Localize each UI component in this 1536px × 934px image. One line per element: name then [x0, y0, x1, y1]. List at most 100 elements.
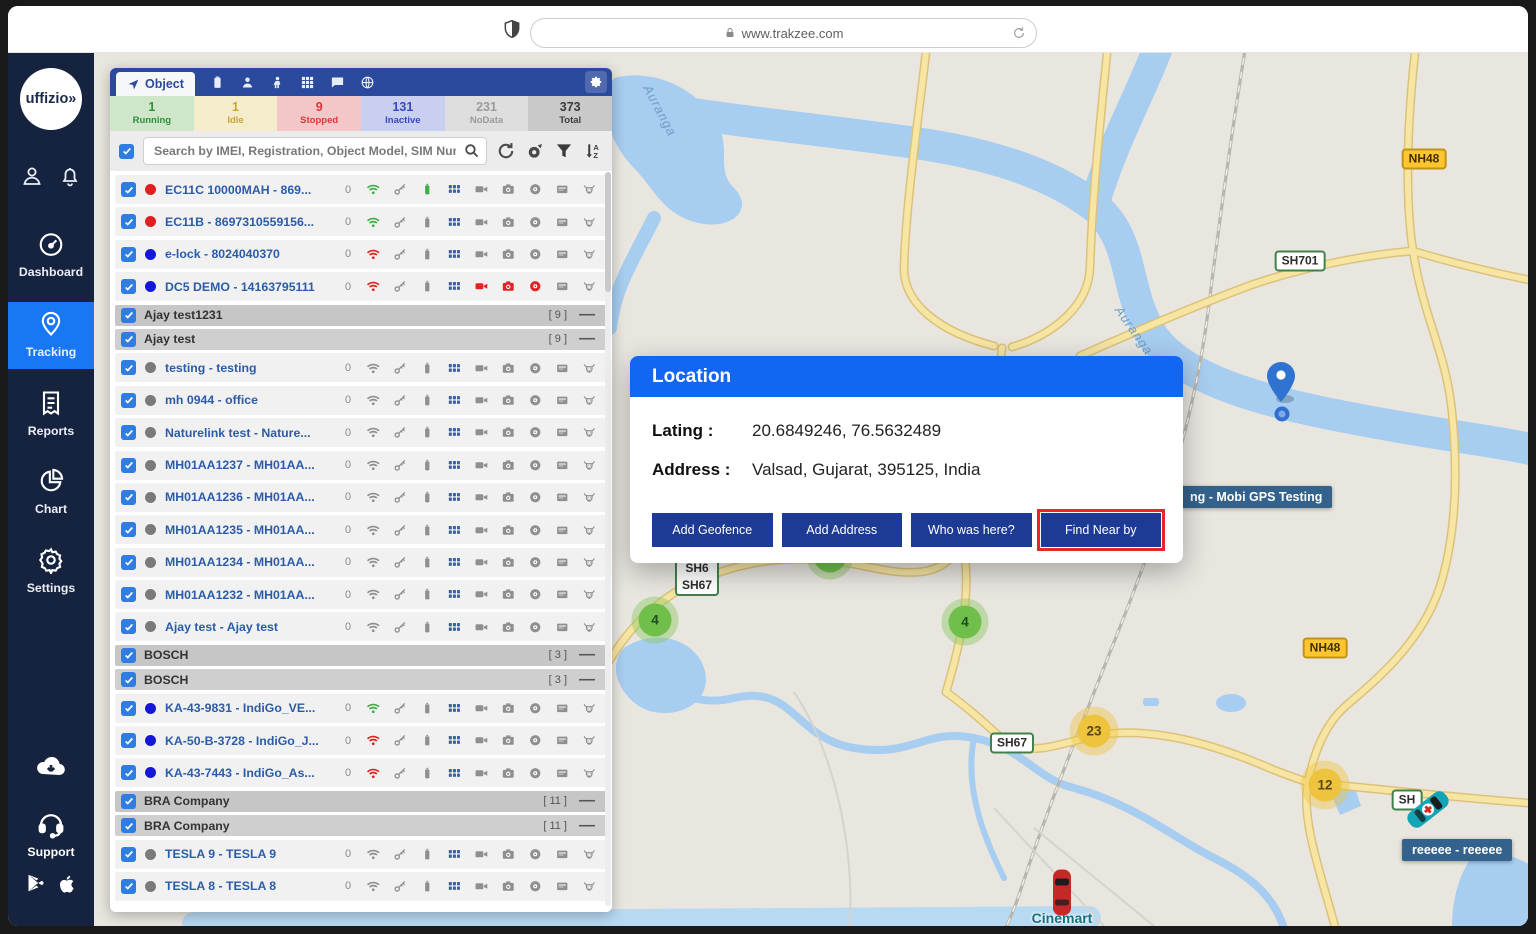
key-icon[interactable] [387, 555, 414, 570]
vehicle-map-label[interactable]: ng - Mobi GPS Testing [1180, 486, 1333, 508]
video-icon[interactable] [468, 879, 495, 894]
bull-icon[interactable] [576, 393, 603, 408]
row-checkbox[interactable] [121, 214, 136, 230]
vehicle-name[interactable]: TESLA 9 - TESLA 9 [165, 847, 336, 861]
vehicle-name[interactable]: MH01AA1237 - MH01AA... [165, 458, 336, 472]
card-icon[interactable] [549, 766, 576, 781]
grid-icon[interactable] [441, 523, 468, 538]
row-checkbox[interactable] [121, 647, 136, 663]
row-checkbox[interactable] [121, 619, 136, 635]
apple-icon[interactable] [57, 872, 78, 901]
bull-icon[interactable] [576, 279, 603, 294]
camera-icon[interactable] [495, 879, 522, 894]
map-pin-icon[interactable] [1264, 361, 1298, 410]
group-header-row[interactable]: BOSCH [ 3 ] — [115, 644, 607, 666]
row-checkbox[interactable] [121, 672, 136, 688]
camera-icon[interactable] [495, 587, 522, 602]
vehicle-name[interactable]: e-lock - 8024040370 [165, 247, 336, 261]
row-checkbox[interactable] [121, 331, 136, 347]
vehicle-row[interactable]: testing - testing 0 [115, 353, 607, 383]
vehicle-row[interactable]: TESLA 9 - TESLA 9 0 [115, 839, 607, 869]
row-checkbox[interactable] [121, 182, 136, 197]
grid-icon[interactable] [441, 490, 468, 505]
card-icon[interactable] [549, 733, 576, 748]
key-icon[interactable] [387, 279, 414, 294]
disc-icon[interactable] [522, 393, 549, 408]
search-icon[interactable] [463, 142, 480, 159]
row-checkbox[interactable] [121, 878, 136, 894]
user-icon[interactable] [20, 164, 44, 188]
video-icon[interactable] [468, 490, 495, 505]
cloud-download-icon[interactable] [8, 752, 94, 785]
bull-icon[interactable] [576, 733, 603, 748]
grid-icon[interactable] [441, 361, 468, 376]
camera-icon[interactable] [495, 182, 522, 197]
vehicle-row[interactable]: MH01AA1232 - MH01AA... 0 [115, 580, 607, 610]
vehicle-name[interactable]: Naturelink test - Nature... [165, 426, 336, 440]
row-checkbox[interactable] [121, 360, 136, 376]
vehicle-name[interactable]: KA-43-7443 - IndiGo_As... [165, 766, 336, 780]
video-icon[interactable] [468, 458, 495, 473]
card-icon[interactable] [549, 555, 576, 570]
grid-icon[interactable] [441, 182, 468, 197]
camera-icon[interactable] [495, 847, 522, 862]
grid-icon[interactable] [441, 279, 468, 294]
bull-icon[interactable] [576, 490, 603, 505]
video-icon[interactable] [468, 701, 495, 716]
camera-icon[interactable] [495, 766, 522, 781]
disc-icon[interactable] [522, 182, 549, 197]
close-window-button[interactable] [31, 19, 47, 35]
grid-icon[interactable] [441, 555, 468, 570]
vehicle-name[interactable]: MH01AA1232 - MH01AA... [165, 588, 336, 602]
disc-icon[interactable] [522, 279, 549, 294]
vehicle-name[interactable]: testing - testing [165, 361, 336, 375]
group-header-row[interactable]: BRA Company [ 11 ] — [115, 790, 607, 812]
bull-icon[interactable] [576, 523, 603, 538]
key-icon[interactable] [387, 523, 414, 538]
grid-icon[interactable] [441, 847, 468, 862]
disc-icon[interactable] [522, 555, 549, 570]
ambulance-vehicle-icon[interactable] [1407, 786, 1449, 839]
row-checkbox[interactable] [121, 425, 136, 441]
grid-icon[interactable] [441, 393, 468, 408]
camera-icon[interactable] [495, 247, 522, 262]
key-icon[interactable] [387, 587, 414, 602]
camera-icon[interactable] [495, 279, 522, 294]
row-checkbox[interactable] [121, 279, 136, 295]
video-icon[interactable] [468, 523, 495, 538]
camera-icon[interactable] [495, 733, 522, 748]
vehicle-name[interactable]: EC11C 10000MAH - 869... [165, 183, 336, 197]
vehicle-cluster[interactable]: 23 [1077, 714, 1111, 748]
refresh-icon[interactable] [496, 141, 516, 161]
vehicle-row[interactable]: TESLA 8 - TESLA 8 0 [115, 871, 607, 901]
collapse-minus-icon[interactable]: — [579, 646, 595, 664]
row-checkbox[interactable] [121, 392, 136, 408]
vehicle-map-label[interactable]: reeeee - reeeee [1402, 839, 1513, 861]
video-icon[interactable] [468, 766, 495, 781]
grid-icon[interactable] [441, 620, 468, 635]
vehicle-row[interactable]: KA-50-B-3728 - IndiGo_J... 0 [115, 726, 607, 756]
tab-person-icon[interactable] [270, 75, 285, 90]
grid-icon[interactable] [441, 733, 468, 748]
card-icon[interactable] [549, 393, 576, 408]
card-icon[interactable] [549, 620, 576, 635]
status-stat-running[interactable]: 1 Running [110, 96, 194, 131]
collapse-minus-icon[interactable]: — [579, 330, 595, 348]
collapse-minus-icon[interactable]: — [579, 671, 595, 689]
card-icon[interactable] [549, 879, 576, 894]
grid-icon[interactable] [441, 458, 468, 473]
disc-icon[interactable] [522, 523, 549, 538]
video-icon[interactable] [468, 215, 495, 230]
tab-box-icon[interactable] [210, 75, 225, 90]
playback-icon[interactable] [525, 141, 545, 161]
sidebar-item-settings[interactable]: Settings [8, 546, 94, 595]
bull-icon[interactable] [576, 620, 603, 635]
status-stat-idle[interactable]: 1 Idle [193, 96, 278, 131]
vehicle-row[interactable]: MH01AA1236 - MH01AA... 0 [115, 482, 607, 512]
bull-icon[interactable] [576, 766, 603, 781]
card-icon[interactable] [549, 523, 576, 538]
vehicle-cluster[interactable]: 12 [1308, 768, 1342, 802]
card-icon[interactable] [549, 587, 576, 602]
map[interactable]: NH48 SH701 SH6 SH67 SH67 NH48 SH 4 4 23 12 ng - Mo… [94, 52, 1528, 926]
camera-icon[interactable] [495, 555, 522, 570]
